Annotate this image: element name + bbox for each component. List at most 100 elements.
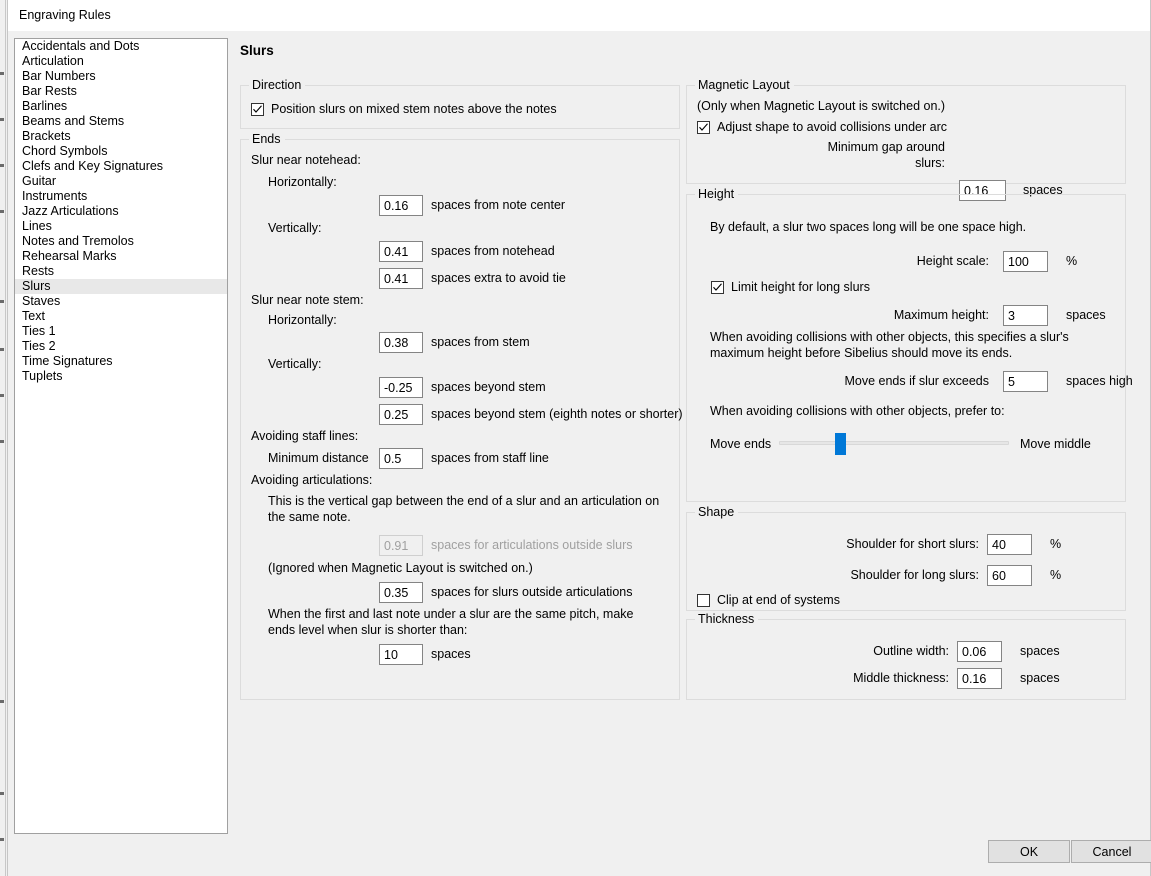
shape-group: Shape Shoulder for short slurs: % Should… — [686, 505, 1126, 611]
outline-width-label: Outline width: — [873, 644, 949, 658]
sidebar-item-beams-and-stems[interactable]: Beams and Stems — [15, 114, 227, 129]
notehead-vertical-suffix: spaces from notehead — [431, 244, 555, 258]
notehead-vertically-label: Vertically: — [268, 221, 322, 235]
adjust-shape-checkbox[interactable] — [697, 121, 710, 134]
articulations-outside-slurs-input[interactable] — [379, 535, 423, 556]
slider-left-label: Move ends — [710, 437, 772, 451]
move-ends-if-exceeds-input[interactable] — [1003, 371, 1048, 392]
window-title: Engraving Rules — [19, 8, 111, 22]
magnetic-layout-group-legend: Magnetic Layout — [695, 78, 794, 92]
sidebar-item-instruments[interactable]: Instruments — [15, 189, 227, 204]
sidebar-item-time-signatures[interactable]: Time Signatures — [15, 354, 227, 369]
shoulder-long-suffix: % — [1050, 568, 1062, 582]
stem-vertical-eighth-input[interactable] — [379, 404, 423, 425]
same-pitch-shorter-than-suffix: spaces — [431, 647, 471, 661]
direction-group-legend: Direction — [249, 78, 306, 92]
ends-group: Ends Slur near notehead: Horizontally: s… — [240, 132, 683, 700]
maximum-height-suffix: spaces — [1066, 308, 1106, 322]
stem-vertical-eighth-suffix: spaces beyond stem (eighth notes or shor… — [431, 407, 683, 421]
thickness-group: Thickness Outline width: spaces Middle t… — [686, 612, 1126, 700]
height-scale-input[interactable] — [1003, 251, 1048, 272]
maximum-height-label: Maximum height: — [893, 308, 989, 322]
clip-at-end-of-systems-checkbox[interactable] — [697, 594, 710, 607]
minimum-distance-label: Minimum distance — [268, 451, 369, 465]
position-slurs-label: Position slurs on mixed stem notes above… — [271, 102, 557, 116]
slur-near-notehead-label: Slur near notehead: — [251, 153, 361, 167]
sidebar-item-bar-rests[interactable]: Bar Rests — [15, 84, 227, 99]
ignored-magnetic-layout-note: (Ignored when Magnetic Layout is switche… — [268, 561, 533, 575]
slur-near-stem-label: Slur near note stem: — [251, 293, 364, 307]
position-slurs-checkbox[interactable] — [251, 103, 264, 116]
sidebar-item-rests[interactable]: Rests — [15, 264, 227, 279]
slurs-outside-articulations-suffix: spaces for slurs outside articulations — [431, 585, 633, 599]
limit-height-checkbox[interactable] — [711, 281, 724, 294]
minimum-distance-input[interactable] — [379, 448, 423, 469]
checkmark-icon — [713, 283, 722, 291]
minimum-distance-suffix: spaces from staff line — [431, 451, 549, 465]
height-default-note: By default, a slur two spaces long will … — [710, 220, 1027, 234]
sidebar-item-bar-numbers[interactable]: Bar Numbers — [15, 69, 227, 84]
shoulder-short-label: Shoulder for short slurs: — [846, 537, 979, 551]
middle-thickness-label: Middle thickness: — [853, 671, 949, 685]
title-bar: Engraving Rules — [8, 0, 1150, 31]
sidebar-item-ties-1[interactable]: Ties 1 — [15, 324, 227, 339]
sidebar-item-accidentals-and-dots[interactable]: Accidentals and Dots — [15, 39, 227, 54]
sidebar-item-jazz-articulations[interactable]: Jazz Articulations — [15, 204, 227, 219]
rules-category-list[interactable]: Accidentals and Dots Articulation Bar Numb… — [14, 38, 228, 834]
engraving-rules-dialog: Engraving Rules Accidentals and Dots Arti… — [7, 0, 1151, 876]
magnetic-layout-note: (Only when Magnetic Layout is switched o… — [697, 99, 946, 113]
same-pitch-shorter-than-input[interactable] — [379, 644, 423, 665]
notehead-horizontal-suffix: spaces from note center — [431, 198, 566, 212]
notehead-avoid-tie-input[interactable] — [379, 268, 423, 289]
stem-horizontally-label: Horizontally: — [268, 313, 337, 327]
magnetic-layout-group: Magnetic Layout (Only when Magnetic Layo… — [686, 78, 1126, 201]
sidebar-item-staves[interactable]: Staves — [15, 294, 227, 309]
height-collision-note: When avoiding collisions with other obje… — [710, 330, 1069, 360]
sidebar-item-lines[interactable]: Lines — [15, 219, 227, 234]
checkmark-icon — [253, 105, 262, 113]
slider-thumb[interactable] — [835, 433, 846, 455]
cancel-button[interactable]: Cancel — [1071, 840, 1151, 863]
sidebar-item-rehearsal-marks[interactable]: Rehearsal Marks — [15, 249, 227, 264]
middle-thickness-suffix: spaces — [1020, 671, 1060, 685]
sidebar-item-guitar[interactable]: Guitar — [15, 174, 227, 189]
outline-width-input[interactable] — [957, 641, 1002, 662]
sidebar-item-articulation[interactable]: Articulation — [15, 54, 227, 69]
notehead-avoid-tie-suffix: spaces extra to avoid tie — [431, 271, 566, 285]
page-title: Slurs — [240, 43, 274, 58]
notehead-vertical-input[interactable] — [379, 241, 423, 262]
sidebar-item-clefs-and-key-signatures[interactable]: Clefs and Key Signatures — [15, 159, 227, 174]
stem-vertical-input[interactable] — [379, 377, 423, 398]
ok-button[interactable]: OK — [988, 840, 1070, 863]
move-ends-if-exceeds-suffix: spaces high — [1066, 374, 1133, 388]
move-ends-if-exceeds-label: Move ends if slur exceeds — [844, 374, 989, 388]
articulation-gap-note: This is the vertical gap between the end… — [268, 494, 660, 524]
sidebar-item-ties-2[interactable]: Ties 2 — [15, 339, 227, 354]
stem-horizontal-suffix: spaces from stem — [431, 335, 530, 349]
same-pitch-level-note: When the first and last note under a slu… — [268, 607, 634, 637]
shoulder-long-input[interactable] — [987, 565, 1032, 586]
sidebar-item-barlines[interactable]: Barlines — [15, 99, 227, 114]
notehead-horizontal-input[interactable] — [379, 195, 423, 216]
sidebar-item-text[interactable]: Text — [15, 309, 227, 324]
slurs-outside-articulations-input[interactable] — [379, 582, 423, 603]
limit-height-label: Limit height for long slurs — [731, 280, 870, 294]
sidebar-item-chord-symbols[interactable]: Chord Symbols — [15, 144, 227, 159]
slider-right-label: Move middle — [1020, 437, 1091, 451]
thickness-group-legend: Thickness — [695, 612, 759, 626]
background-window-edge — [0, 0, 6, 876]
sidebar-item-brackets[interactable]: Brackets — [15, 129, 227, 144]
shoulder-short-input[interactable] — [987, 534, 1032, 555]
maximum-height-input[interactable] — [1003, 305, 1048, 326]
sidebar-item-slurs[interactable]: Slurs — [15, 279, 227, 294]
notehead-horizontally-label: Horizontally: — [268, 175, 337, 189]
avoiding-staff-lines-label: Avoiding staff lines: — [251, 429, 359, 443]
move-ends-middle-slider[interactable] — [779, 433, 1009, 455]
height-group-legend: Height — [695, 187, 739, 201]
middle-thickness-input[interactable] — [957, 668, 1002, 689]
stem-horizontal-input[interactable] — [379, 332, 423, 353]
sidebar-item-tuplets[interactable]: Tuplets — [15, 369, 227, 384]
minimum-gap-label-line2: slurs: — [915, 156, 945, 170]
sidebar-item-notes-and-tremolos[interactable]: Notes and Tremolos — [15, 234, 227, 249]
checkmark-icon — [699, 123, 708, 131]
